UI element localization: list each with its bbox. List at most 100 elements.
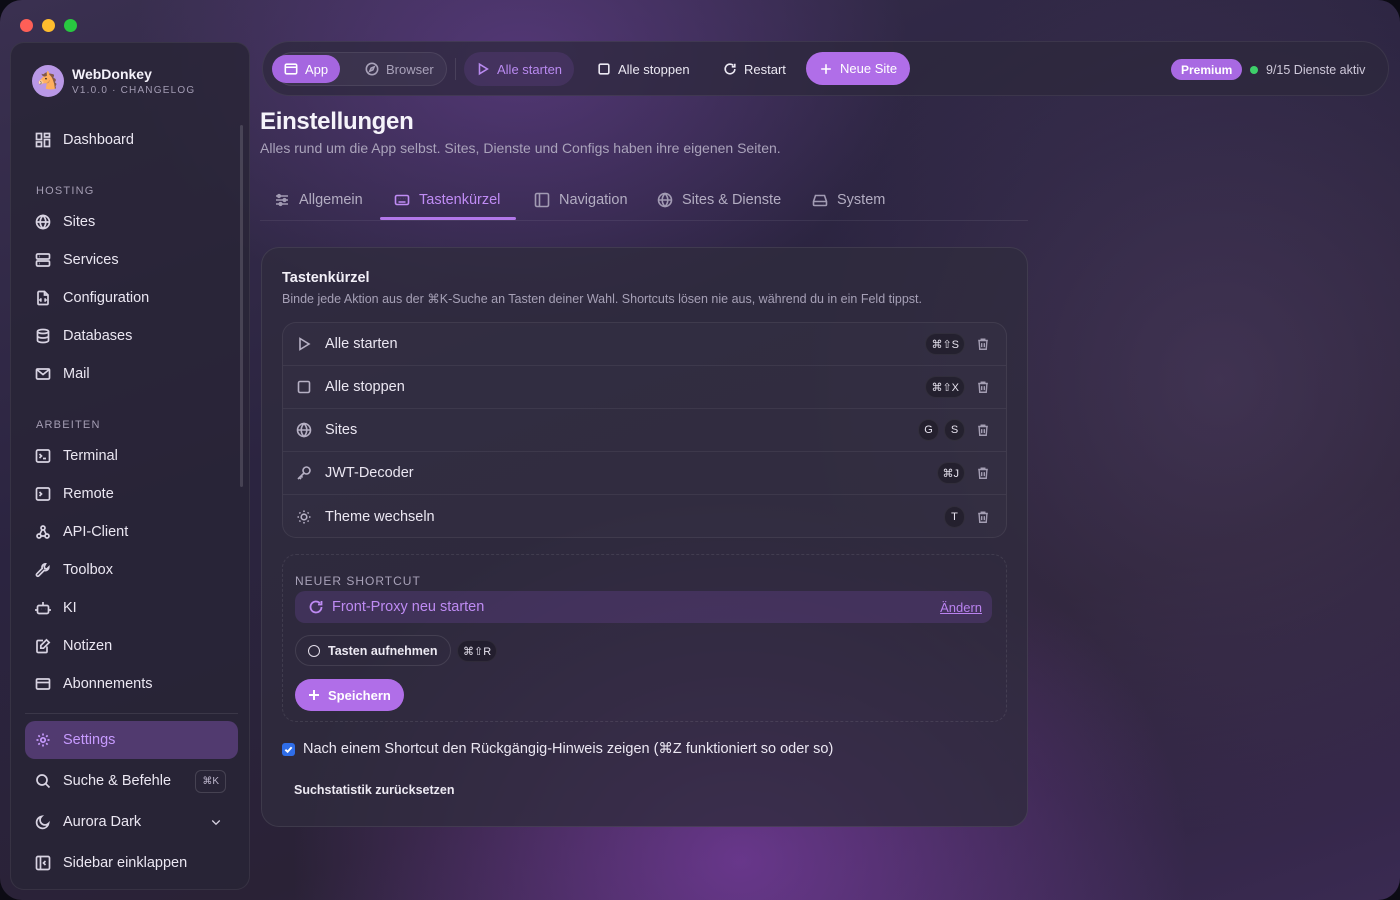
shortcut-key: G [918,419,939,441]
stop-icon [297,380,311,394]
theme-select[interactable]: Aurora Dark [25,803,238,841]
close-window-button[interactable] [20,19,33,32]
undo-hint-checkbox[interactable] [282,742,295,756]
new-site-button[interactable]: Neue Site [806,52,911,85]
trash-icon[interactable] [976,466,990,480]
play-icon [299,337,311,351]
selected-action: Front-Proxy neu starten Ändern [295,591,992,623]
refresh-icon [724,63,736,75]
sidebar-item-abonnements[interactable]: Abonnements [25,665,237,703]
trash-icon[interactable] [976,423,990,437]
trash-icon[interactable] [976,337,990,351]
services-status-text: 9/15 Dienste aktiv [1266,62,1366,77]
browser-tab-label: Browser [386,61,434,77]
shortcut-row-theme-wechseln[interactable]: Theme wechseln T [283,495,1006,537]
sidebar-item-search[interactable]: Suche & Befehle ⌘K [25,762,238,800]
brand[interactable]: 🐴 WebDonkey V1.0.0 · CHANGELOG [32,65,195,97]
shortcuts-description: Binde jede Aktion aus der ⌘K-Suche an Ta… [282,292,922,306]
shortcut-label: Sites [325,422,358,438]
new-site-label: Neue Site [840,61,898,76]
app-name: WebDonkey [72,66,152,82]
chevron-down-icon [211,820,221,826]
search-icon [36,774,51,789]
sidebar-item-label: Settings [63,732,116,748]
active-tab-indicator [380,217,516,220]
topbar-divider [455,58,456,80]
theme-label: Aurora Dark [63,814,142,830]
shortcut-row-jwt-decoder[interactable]: JWT-Decoder ⌘J [283,452,1006,495]
start-all-button[interactable]: Alle starten [464,52,575,86]
tab-label: Sites & Dienste [682,192,782,208]
stop-all-button[interactable]: Alle stoppen [597,52,690,86]
reset-search-stats-button[interactable]: Suchstatistik zurücksetzen [294,783,454,797]
tab-allgemein[interactable]: Allgemein [274,180,363,220]
sidebar-item-label: Mail [63,366,90,382]
sidebar-item-databases[interactable]: Databases [25,317,237,355]
checkmark-icon [284,746,293,753]
restart-button[interactable]: Restart [723,52,786,86]
change-action-link[interactable]: Ändern [940,600,982,615]
sidebar-item-label: Databases [63,328,133,344]
key-icon [297,466,311,480]
sidebar-layout-icon [534,192,550,208]
tab-tastenkuerzel[interactable]: Tastenkürzel [394,180,500,220]
save-shortcut-button[interactable]: Speichern [295,679,404,711]
version-changelog[interactable]: V1.0.0 · CHANGELOG [72,85,195,96]
plus-icon [309,690,319,700]
sidebar-item-mail[interactable]: Mail [25,355,237,393]
sidebar-item-services[interactable]: Services [25,241,237,279]
sidebar-item-dashboard[interactable]: Dashboard [25,121,237,159]
server-icon [35,253,51,267]
sidebar-item-ki[interactable]: KI [25,589,237,627]
shortcut-label: Alle stoppen [325,379,405,395]
sidebar-item-configuration[interactable]: Configuration [25,279,237,317]
new-shortcut-panel: NEUER SHORTCUT Front-Proxy neu starten Ä… [282,554,1007,722]
sidebar-item-remote[interactable]: Remote [25,475,237,513]
drive-icon [812,194,828,207]
sidebar-item-notizen[interactable]: Notizen [25,627,237,665]
shortcut-row-sites[interactable]: Sites G S [283,409,1006,452]
shortcut-row-alle-stoppen[interactable]: Alle stoppen ⌘⇧X [283,366,1006,409]
shortcut-row-alle-starten[interactable]: Alle starten ⌘⇧S [283,323,1006,366]
undo-hint-label: Nach einem Shortcut den Rückgängig-Hinwe… [303,741,834,757]
sidebar-item-settings[interactable]: Settings [25,721,238,759]
sliders-icon [276,193,288,207]
sidebar-scrollbar[interactable] [240,125,243,487]
sidebar-item-api-client[interactable]: API-Client [25,513,237,551]
sidebar-item-sites[interactable]: Sites [25,203,237,241]
tab-navigation[interactable]: Navigation [534,180,628,220]
app-tab-label: App [305,61,329,77]
collapse-sidebar-button[interactable]: Sidebar einklappen [25,844,238,882]
window-icon [284,63,298,75]
stop-all-label: Alle stoppen [618,61,690,77]
sidebar-item-terminal[interactable]: Terminal [25,437,237,475]
note-icon [36,638,51,654]
browser-view-tab[interactable]: Browser [365,55,434,83]
sidebar-item-label: Services [63,252,119,268]
tab-label: Allgemein [299,192,363,208]
sidebar-item-label: Dashboard [63,132,134,148]
window-controls [20,19,77,32]
sidebar-item-toolbox[interactable]: Toolbox [25,551,237,589]
donkey-logo-icon: 🐴 [32,65,64,97]
app-view-tab[interactable]: App [272,55,341,83]
shortcut-key: S [944,419,965,441]
shortcut-key: ⌘⇧S [925,333,965,355]
premium-badge[interactable]: Premium [1171,59,1243,80]
shortcut-label: Theme wechseln [325,508,435,525]
trash-icon[interactable] [976,380,990,394]
record-keys-button[interactable]: Tasten aufnehmen [295,635,451,666]
tab-sites-dienste[interactable]: Sites & Dienste [657,180,781,220]
minimize-window-button[interactable] [42,19,55,32]
page-title: Einstellungen [260,108,414,135]
shortcut-key: ⌘⇧X [925,376,965,398]
tab-label: Tastenkürzel [419,192,501,208]
plus-icon [821,63,831,74]
sidebar-item-label: Sites [63,214,96,230]
sidebar-item-label: Configuration [63,290,150,306]
trash-icon[interactable] [976,510,990,524]
zoom-window-button[interactable] [64,19,77,32]
tab-system[interactable]: System [812,180,885,220]
stop-icon [598,63,610,75]
undo-hint-option[interactable]: Nach einem Shortcut den Rückgängig-Hinwe… [282,741,833,757]
